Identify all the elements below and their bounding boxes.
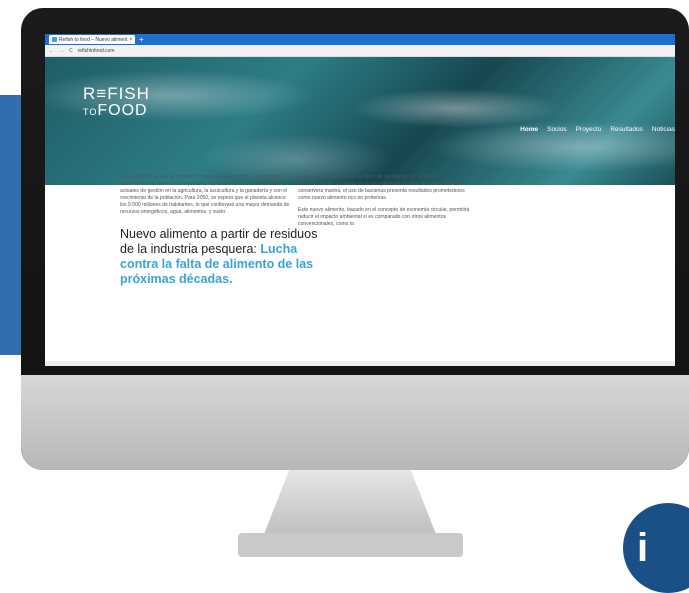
close-icon[interactable]: × xyxy=(129,37,132,43)
favicon-icon xyxy=(52,37,57,42)
reload-icon[interactable]: C xyxy=(69,48,73,54)
text-column-right: proteínas que sirva como sustituto de la… xyxy=(298,174,470,233)
info-badge: i xyxy=(623,503,689,593)
bottom-strip xyxy=(45,361,675,366)
new-tab-button[interactable]: + xyxy=(139,35,144,44)
nav-item-home[interactable]: Home xyxy=(520,126,538,133)
paragraph: proteínas que sirva como sustituto de la… xyxy=(298,174,465,201)
logo-to: TO xyxy=(83,107,98,117)
monitor-screen: Refish to food – Nuevo aliment × + ← → C… xyxy=(45,34,675,366)
monitor-chin xyxy=(21,375,689,470)
text-column-left: En el contexto actual de consumo, manten… xyxy=(120,174,292,221)
back-arrow-icon[interactable]: ← xyxy=(49,48,54,54)
browser-tab[interactable]: Refish to food – Nuevo aliment × xyxy=(49,35,135,44)
logo-food: FOOD xyxy=(97,102,148,119)
page-headline: Nuevo alimento a partir de residuos de l… xyxy=(120,227,325,287)
paragraph: Este nuevo alimento, basado en el concep… xyxy=(298,207,470,227)
monitor-stand-base xyxy=(238,533,463,557)
nav-item-noticias[interactable]: Noticias xyxy=(652,126,675,133)
browser-tab-bar: Refish to food – Nuevo aliment × + xyxy=(45,34,675,45)
info-icon: i xyxy=(637,525,649,570)
nav-item-socios[interactable]: Socios xyxy=(547,126,567,133)
main-nav: Home Socios Proyecto Resultados Noticias xyxy=(520,126,675,133)
browser-address-bar: ← → C refishtofood.com xyxy=(45,45,675,57)
url-field[interactable]: refishtofood.com xyxy=(78,48,671,54)
nav-item-resultados[interactable]: Resultados xyxy=(610,126,643,133)
nav-item-proyecto[interactable]: Proyecto xyxy=(576,126,602,133)
logo-refish: R≡FISH xyxy=(83,84,150,103)
hero-banner: R≡FISH TOFOOD Home Socios Proyecto Resul… xyxy=(45,57,675,185)
tab-title: Refish to food – Nuevo aliment xyxy=(59,36,128,43)
site-logo[interactable]: R≡FISH TOFOOD xyxy=(83,85,150,121)
forward-arrow-icon[interactable]: → xyxy=(59,48,64,54)
paragraph: En el contexto actual de consumo, manten… xyxy=(120,174,290,215)
